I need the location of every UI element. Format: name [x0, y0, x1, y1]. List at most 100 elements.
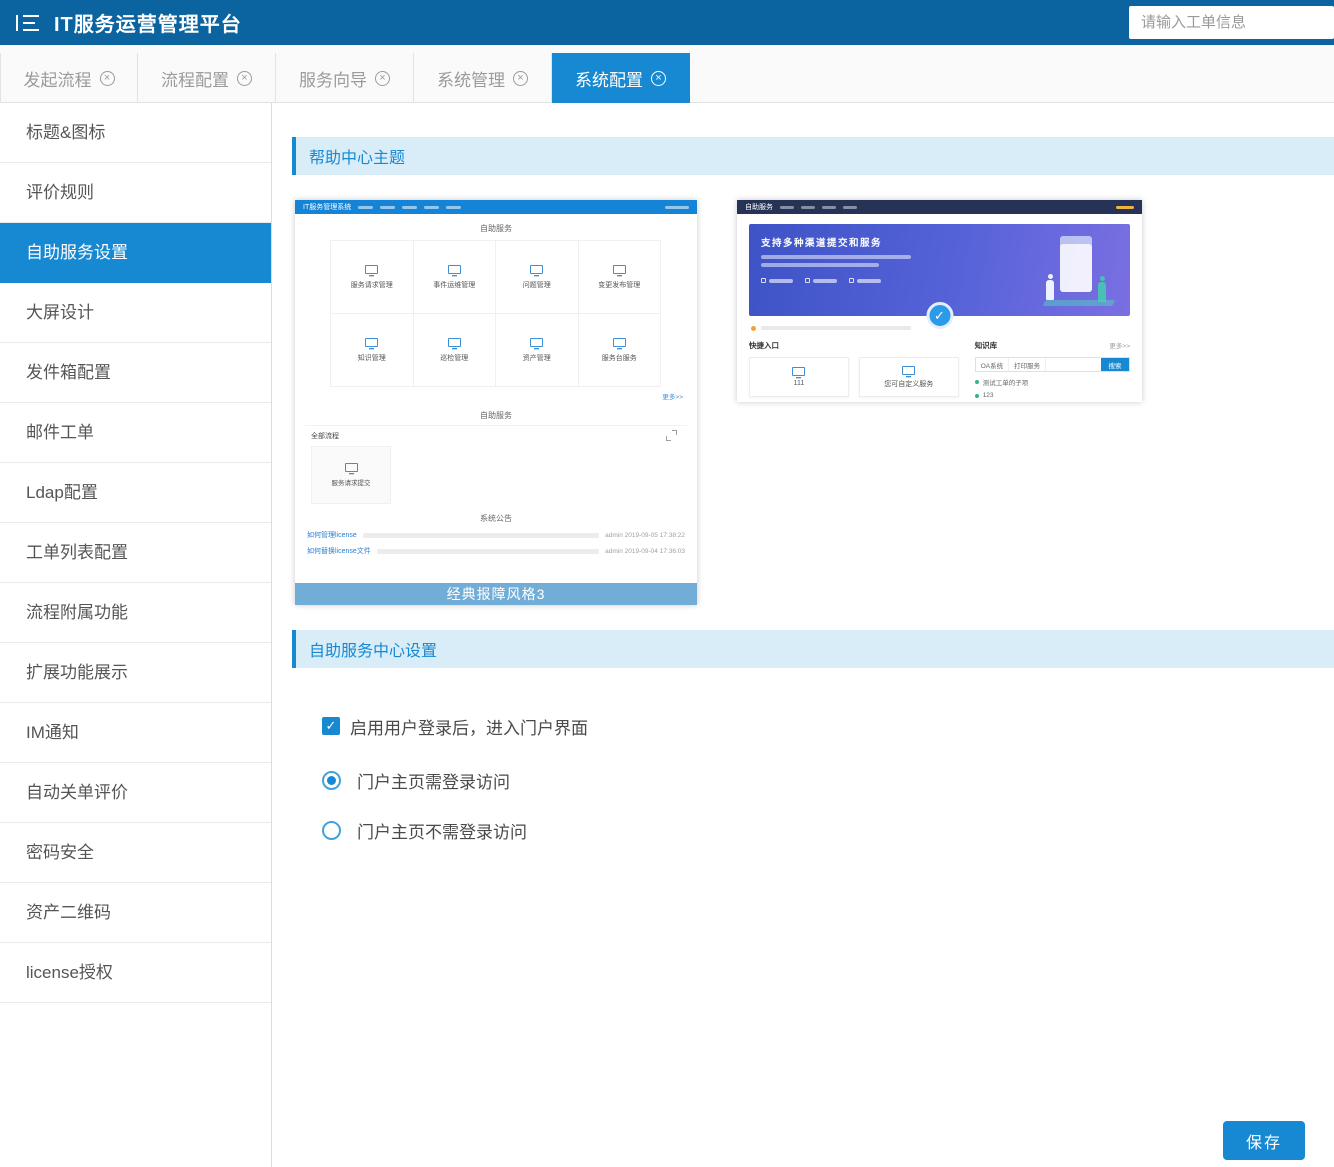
preview-tile: 巡检管理: [413, 313, 497, 387]
sidebar-item-self-service[interactable]: 自助服务设置: [0, 223, 271, 283]
settings-content: 帮助中心主题 IT服务管理系统 自助服务: [272, 103, 1334, 1167]
preview-app-title: IT服务管理系统: [303, 202, 351, 212]
sidebar-item-email-ticket[interactable]: 邮件工单: [0, 403, 271, 463]
login-not-required-radio[interactable]: [322, 821, 341, 840]
preview-flow-tile: 服务请求提交: [311, 446, 391, 504]
preview-tile: 资产管理: [495, 313, 579, 387]
sidebar-item-extended-features[interactable]: 扩展功能展示: [0, 643, 271, 703]
tab-close-icon[interactable]: ×: [375, 71, 390, 86]
sidebar-item-auto-close-rating[interactable]: 自动关单评价: [0, 763, 271, 823]
feature-tag: [805, 278, 837, 283]
knowledge-base-section: 知识库 更多>> OA系统 打印服务 搜索 测试工单的子项 123: [975, 340, 1130, 399]
monitor-icon: [792, 367, 805, 376]
sidebar-item-password-security[interactable]: 密码安全: [0, 823, 271, 883]
tab-label: 系统管理: [437, 66, 505, 91]
platform-illustration: [1042, 300, 1115, 306]
tab-system-admin[interactable]: 系统管理 ×: [414, 53, 552, 103]
knowledge-base-item: 测试工单的子项: [975, 377, 1130, 387]
portal-login-not-required-row[interactable]: 门户主页不需登录访问: [322, 819, 527, 841]
preview-announcement-row: 如何替换license文件 admin 2019-09-04 17:36:03: [307, 546, 685, 556]
tag-icon: [805, 278, 810, 283]
preview-more-link: 更多>>: [295, 391, 697, 401]
sidebar-item-im-notify[interactable]: IM通知: [0, 703, 271, 763]
preview-tile: 事件运维管理: [413, 240, 497, 314]
app-root: IT服务运营管理平台 发起流程 × 流程配置 × 服务向导 × 系统管理 × 系…: [0, 0, 1334, 1167]
quick-entry-card: 111: [749, 357, 849, 397]
banner-illustration: [1036, 234, 1114, 306]
login-required-radio[interactable]: [322, 771, 341, 790]
preview-section-title: 自助服务: [295, 223, 697, 234]
skeleton-nav-item: [358, 206, 373, 209]
tag-icon: [849, 278, 854, 283]
tab-label: 服务向导: [299, 66, 367, 91]
skeleton-nav-item: [424, 206, 439, 209]
bullet-icon: [975, 394, 979, 398]
tab-close-icon[interactable]: ×: [513, 71, 528, 86]
ticket-search-input[interactable]: [1129, 6, 1334, 39]
section-header-self-service-settings: 自助服务中心设置: [292, 630, 1334, 668]
sidebar-toggle-icon[interactable]: [16, 15, 40, 31]
portal-login-checkbox[interactable]: ✓: [322, 717, 340, 735]
tab-process-config[interactable]: 流程配置 ×: [138, 53, 276, 103]
sidebar-item-ldap-config[interactable]: Ldap配置: [0, 463, 271, 523]
sidebar-item-screen-design[interactable]: 大屏设计: [0, 283, 271, 343]
skeleton-text-line: [857, 279, 881, 283]
tab-close-icon[interactable]: ×: [237, 71, 252, 86]
skeleton-text-line: [761, 255, 911, 259]
sidebar-item-license[interactable]: license授权: [0, 943, 271, 1003]
checkbox-label: 启用用户登录后，进入门户界面: [350, 714, 588, 739]
tab-label: 流程配置: [161, 66, 229, 91]
preview-service-grid: 服务请求管理 事件运维管理 问题管理 变更发布管理 知识管理 巡检管理 资产管理…: [331, 241, 661, 387]
tab-initiate-process[interactable]: 发起流程 ×: [0, 53, 138, 103]
sidebar-item-outbox-config[interactable]: 发件箱配置: [0, 343, 271, 403]
monitor-icon: [902, 366, 915, 375]
quick-entry-card: 您可自定义服务: [859, 357, 959, 397]
preview-announce-title: 系统公告: [295, 513, 697, 524]
monitor-icon: [345, 463, 358, 472]
section-title: 自助服务中心设置: [309, 637, 437, 661]
theme-card-modern[interactable]: 自助服务 支持多种渠道提交和服务: [737, 200, 1142, 402]
portal-login-required-row[interactable]: 门户主页需登录访问: [322, 769, 510, 791]
preview-section-title: 自助服务: [295, 410, 697, 421]
main-area: 标题&图标 评价规则 自助服务设置 大屏设计 发件箱配置 邮件工单 Ldap配置…: [0, 103, 1334, 1167]
tab-service-guide[interactable]: 服务向导 ×: [276, 53, 414, 103]
monitor-icon: [530, 265, 543, 274]
skeleton-text-line: [769, 279, 793, 283]
section-header-help-theme: 帮助中心主题: [292, 137, 1334, 175]
sidebar-item-ticket-list[interactable]: 工单列表配置: [0, 523, 271, 583]
preview-header: 自助服务: [737, 200, 1142, 214]
tab-close-icon[interactable]: ×: [100, 71, 115, 86]
preview-columns: 快捷入口 111 您可自定义服务: [749, 340, 1130, 399]
knowledge-base-search: OA系统 打印服务 搜索: [975, 357, 1130, 372]
tab-close-icon[interactable]: ×: [651, 71, 666, 86]
sidebar-item-title-icon[interactable]: 标题&图标: [0, 103, 271, 163]
theme-card-classic[interactable]: IT服务管理系统 自助服务 服务请求管理 事件运维管理 问题管理 变更发布管理: [295, 200, 697, 605]
sidebar-item-process-extra[interactable]: 流程附属功能: [0, 583, 271, 643]
skeleton-nav-item: [780, 206, 794, 209]
preview-tile: 问题管理: [495, 240, 579, 314]
section-title: 帮助中心主题: [309, 144, 405, 168]
tab-label: 发起流程: [24, 66, 92, 91]
monitor-icon: [365, 338, 378, 347]
quick-entry-title: 快捷入口: [749, 340, 959, 351]
sidebar-item-asset-qrcode[interactable]: 资产二维码: [0, 883, 271, 943]
quick-entry-section: 快捷入口 111 您可自定义服务: [749, 340, 959, 399]
save-button[interactable]: 保存: [1223, 1121, 1305, 1160]
skeleton-nav-item: [822, 206, 836, 209]
preview-flow-group: 全部流程: [311, 431, 681, 441]
radio-label: 门户主页不需登录访问: [357, 818, 527, 843]
sidebar-item-rating-rules[interactable]: 评价规则: [0, 163, 271, 223]
preview-tile: 知识管理: [330, 313, 414, 387]
monitor-icon: [448, 265, 461, 274]
tab-system-config[interactable]: 系统配置 ×: [552, 53, 690, 103]
preview-tile: 变更发布管理: [578, 240, 662, 314]
tag-icon: [761, 278, 766, 283]
monitor-icon: [613, 265, 626, 274]
knowledge-base-header: 知识库 更多>>: [975, 340, 1130, 351]
feature-tag: [761, 278, 793, 283]
monitor-icon: [530, 338, 543, 347]
app-title: IT服务运营管理平台: [54, 8, 242, 37]
feature-tag: [849, 278, 881, 283]
enable-portal-login-row[interactable]: ✓ 启用用户登录后，进入门户界面: [322, 715, 588, 737]
quick-entry-cards: 111 您可自定义服务: [749, 357, 959, 397]
